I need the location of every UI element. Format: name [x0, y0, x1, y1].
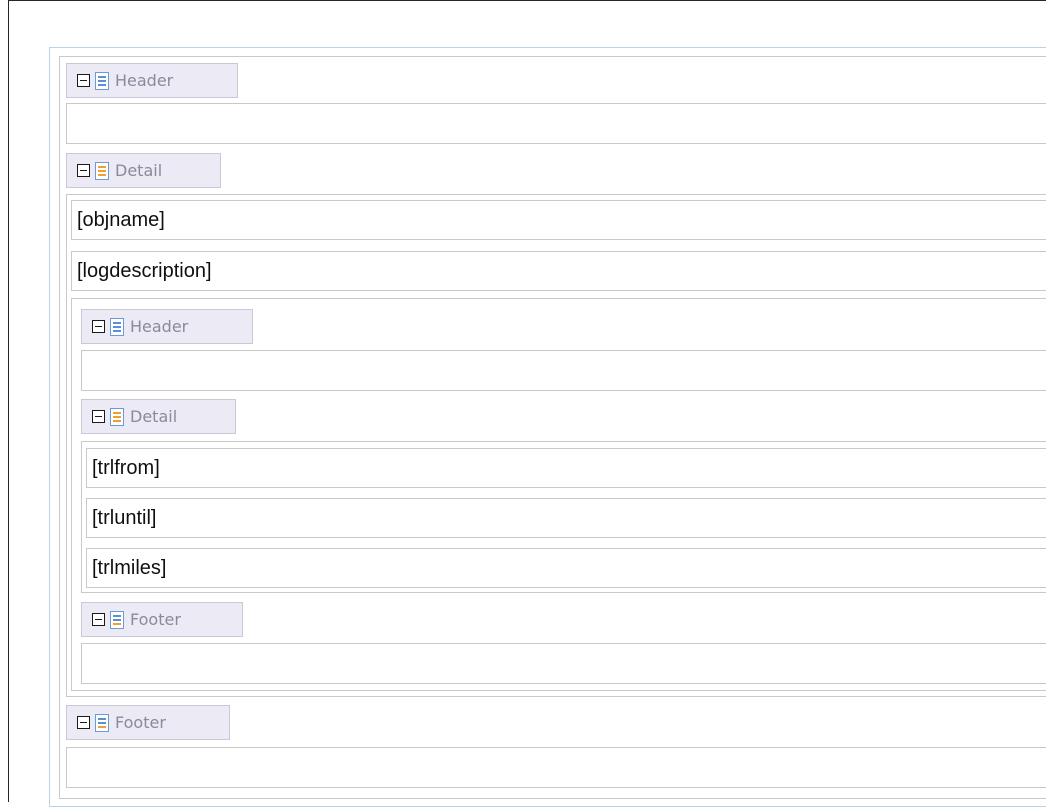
- header-band-icon: [95, 71, 109, 90]
- sub-header-band-icon: [110, 317, 124, 336]
- field-trluntil[interactable]: [trluntil]: [86, 498, 1046, 538]
- band-detail[interactable]: Detail: [66, 153, 221, 188]
- sub-footer-band-icon: [110, 610, 124, 629]
- subreport-band-detail[interactable]: Detail: [81, 399, 236, 434]
- header-content-area[interactable]: [66, 103, 1046, 144]
- collapse-sub-detail-icon[interactable]: [92, 410, 105, 423]
- subreport-detail-label: Detail: [130, 407, 178, 426]
- sub-detail-band-icon: [110, 407, 124, 426]
- collapse-detail-icon[interactable]: [77, 164, 90, 177]
- detail-band-icon: [95, 161, 109, 180]
- band-footer[interactable]: Footer: [66, 705, 230, 740]
- subreport-footer-content[interactable]: [81, 643, 1046, 684]
- field-logdescription[interactable]: [logdescription]: [71, 251, 1046, 291]
- collapse-footer-icon[interactable]: [77, 716, 90, 729]
- band-footer-label: Footer: [115, 713, 166, 732]
- footer-content-area[interactable]: [66, 747, 1046, 788]
- subreport-header-label: Header: [130, 317, 189, 336]
- subreport-band-footer[interactable]: Footer: [81, 602, 243, 637]
- collapse-header-icon[interactable]: [77, 74, 90, 87]
- field-trlmiles[interactable]: [trlmiles]: [86, 548, 1046, 588]
- field-trlfrom[interactable]: [trlfrom]: [86, 448, 1046, 488]
- subreport-footer-label: Footer: [130, 610, 181, 629]
- band-detail-label: Detail: [115, 161, 163, 180]
- collapse-sub-header-icon[interactable]: [92, 320, 105, 333]
- field-objname[interactable]: [objname]: [71, 200, 1046, 240]
- band-header-label: Header: [115, 71, 174, 90]
- footer-band-icon: [95, 713, 109, 732]
- subreport-header-content[interactable]: [81, 350, 1046, 391]
- collapse-sub-footer-icon[interactable]: [92, 613, 105, 626]
- band-header[interactable]: Header: [66, 63, 238, 98]
- subreport-band-header[interactable]: Header: [81, 309, 253, 344]
